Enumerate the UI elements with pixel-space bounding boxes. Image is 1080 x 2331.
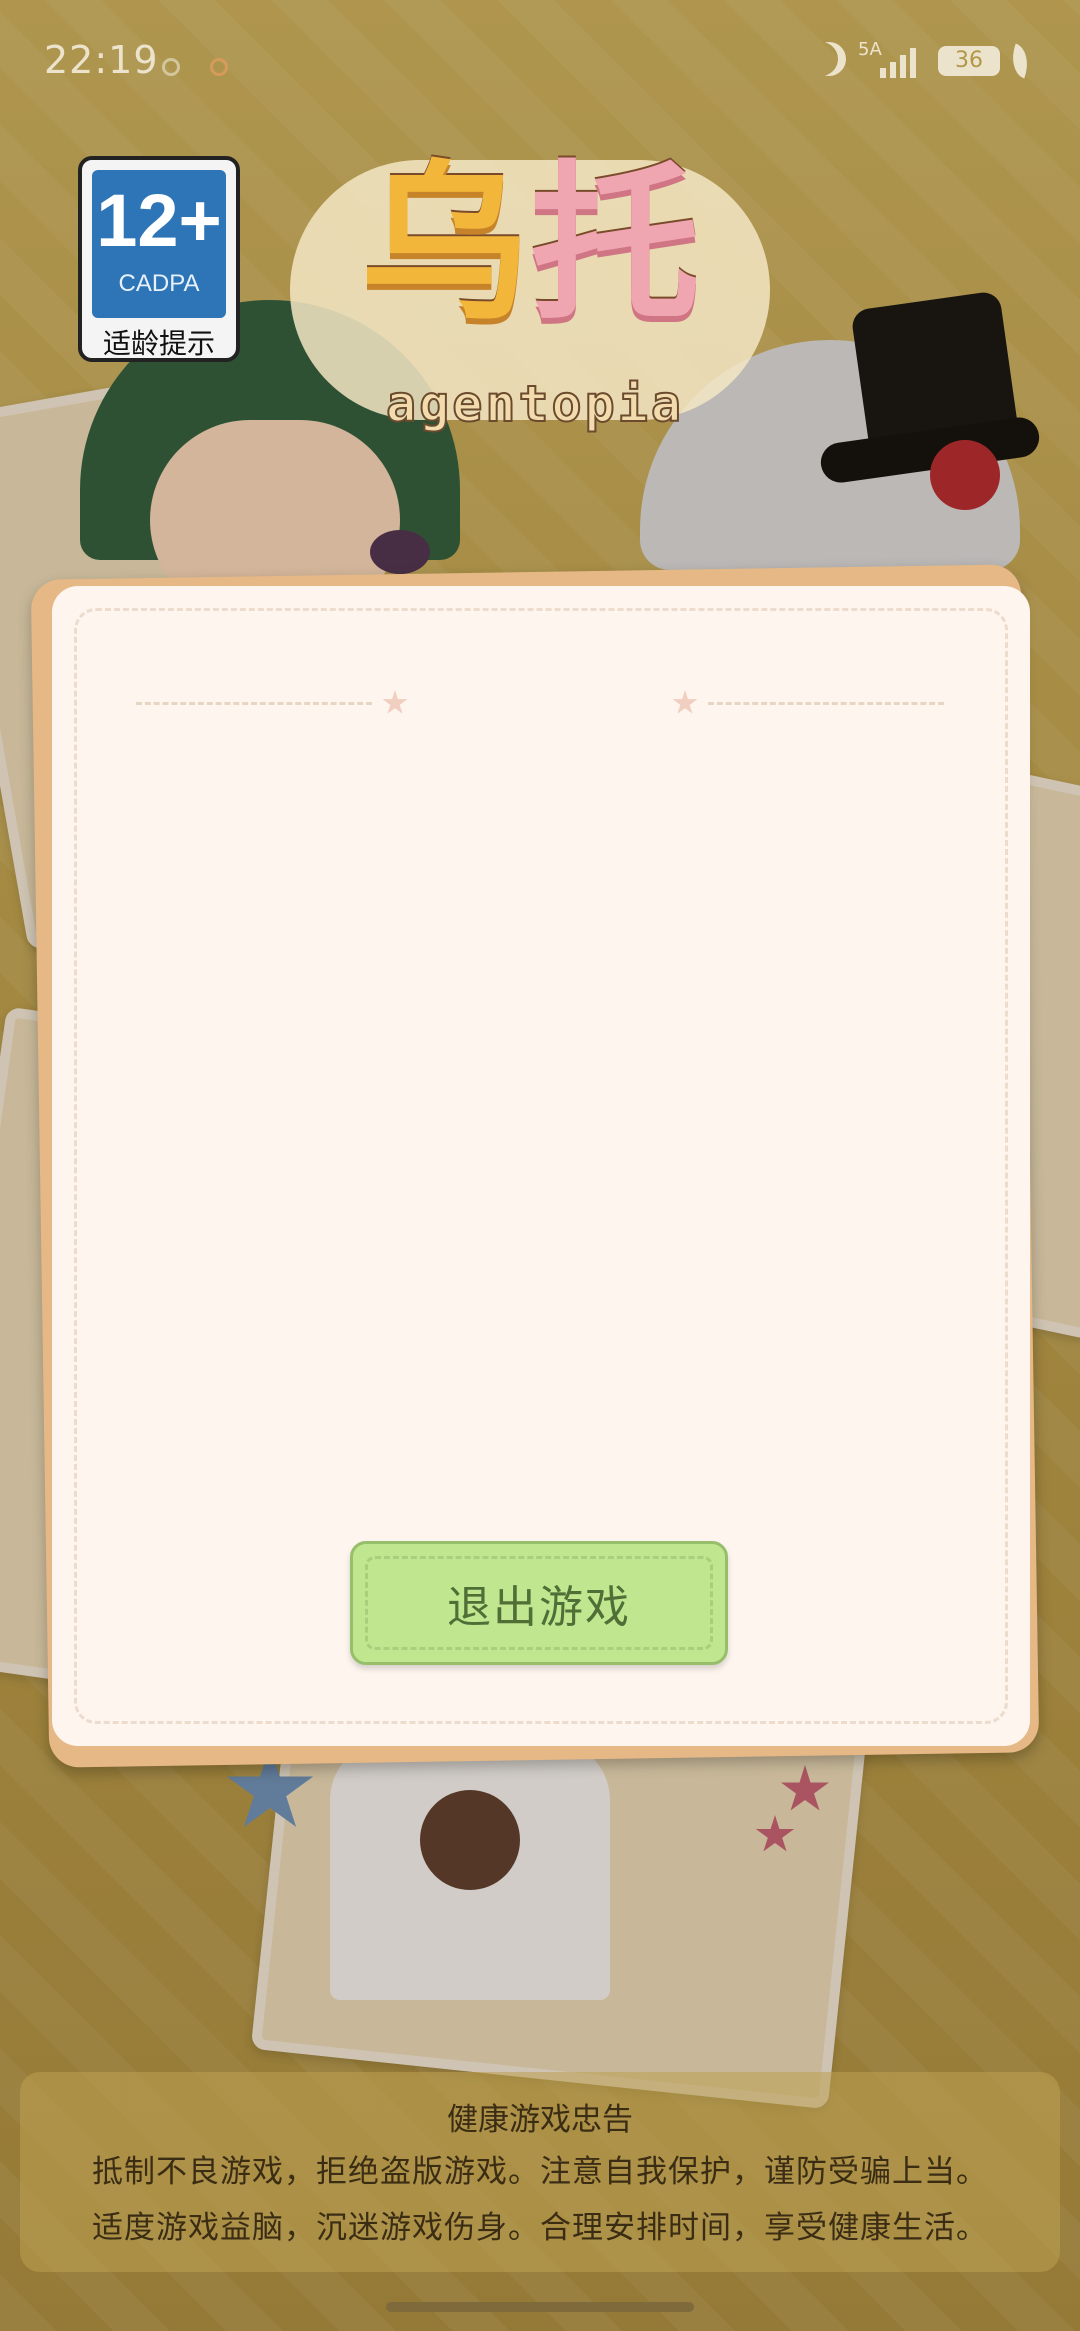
status-time: 22:19 bbox=[44, 38, 159, 82]
dialog-divider-right bbox=[708, 702, 944, 705]
logo-char-1: 乌 bbox=[359, 146, 530, 344]
age-rating-panel: 12+ CADPA bbox=[92, 170, 226, 318]
status-bar: 22:19 5A 36 bbox=[0, 0, 1080, 120]
age-rating-label: 适龄提示 bbox=[102, 327, 215, 360]
age-rating-value: 12+ bbox=[96, 179, 222, 262]
dialog-divider-left bbox=[136, 702, 372, 705]
network-type: 5A bbox=[858, 39, 882, 60]
logo-char-2: 托 bbox=[530, 146, 701, 344]
health-notice-line: 抵制不良游戏，拒绝盗版游戏。注意自我保护，谨防受骗上当。 bbox=[92, 2154, 988, 2190]
game-logo: 乌托 bbox=[300, 150, 760, 340]
notification-icon bbox=[162, 58, 180, 76]
age-rating-org: CADPA bbox=[118, 270, 200, 297]
exit-dialog: 退出游戏 bbox=[52, 586, 1030, 1746]
age-rating-badge[interactable]: 12+ CADPA 适龄提示 bbox=[78, 156, 240, 362]
logo-subtitle: agentopia bbox=[385, 374, 684, 434]
power-saving-icon bbox=[1005, 43, 1035, 79]
do-not-disturb-icon bbox=[812, 42, 846, 76]
battery-icon: 36 bbox=[938, 46, 1000, 76]
health-notice-line: 适度游戏益脑，沉迷游戏伤身。合理安排时间，享受健康生活。 bbox=[92, 2210, 988, 2246]
health-notice-title: 健康游戏忠告 bbox=[447, 2102, 633, 2138]
exit-game-button[interactable]: 退出游戏 bbox=[350, 1541, 728, 1665]
home-indicator[interactable] bbox=[386, 2302, 694, 2312]
exit-game-label: 退出游戏 bbox=[447, 1582, 631, 1633]
signal-icon bbox=[880, 44, 924, 78]
notification-icon bbox=[210, 58, 228, 76]
